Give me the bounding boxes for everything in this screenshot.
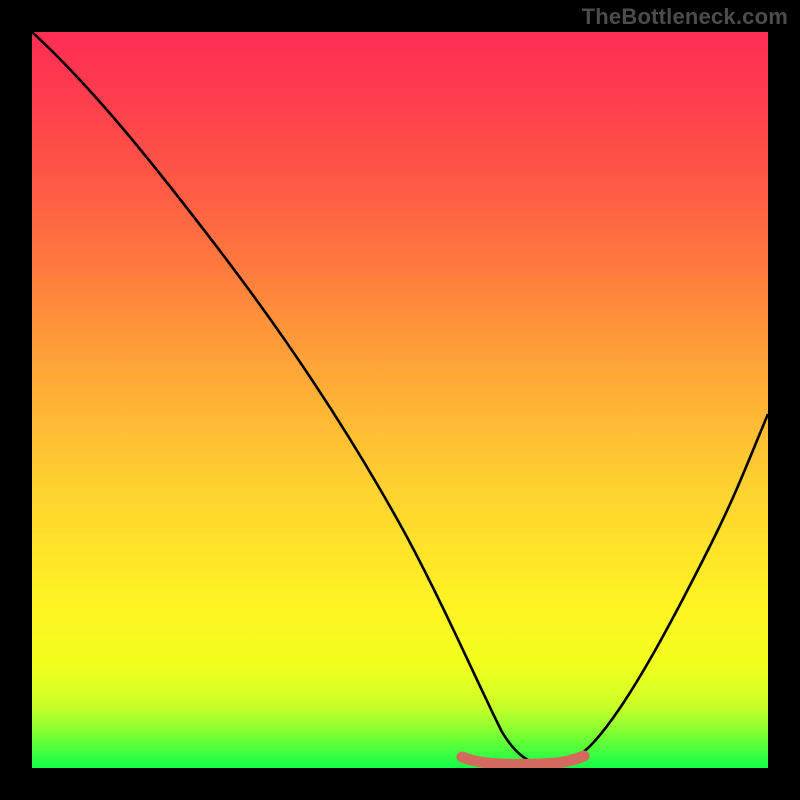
curve-layer [32, 32, 768, 768]
watermark-text: TheBottleneck.com [582, 4, 788, 30]
chart-frame: TheBottleneck.com [0, 0, 800, 800]
bottleneck-curve [32, 32, 768, 765]
plot-area [32, 32, 768, 768]
